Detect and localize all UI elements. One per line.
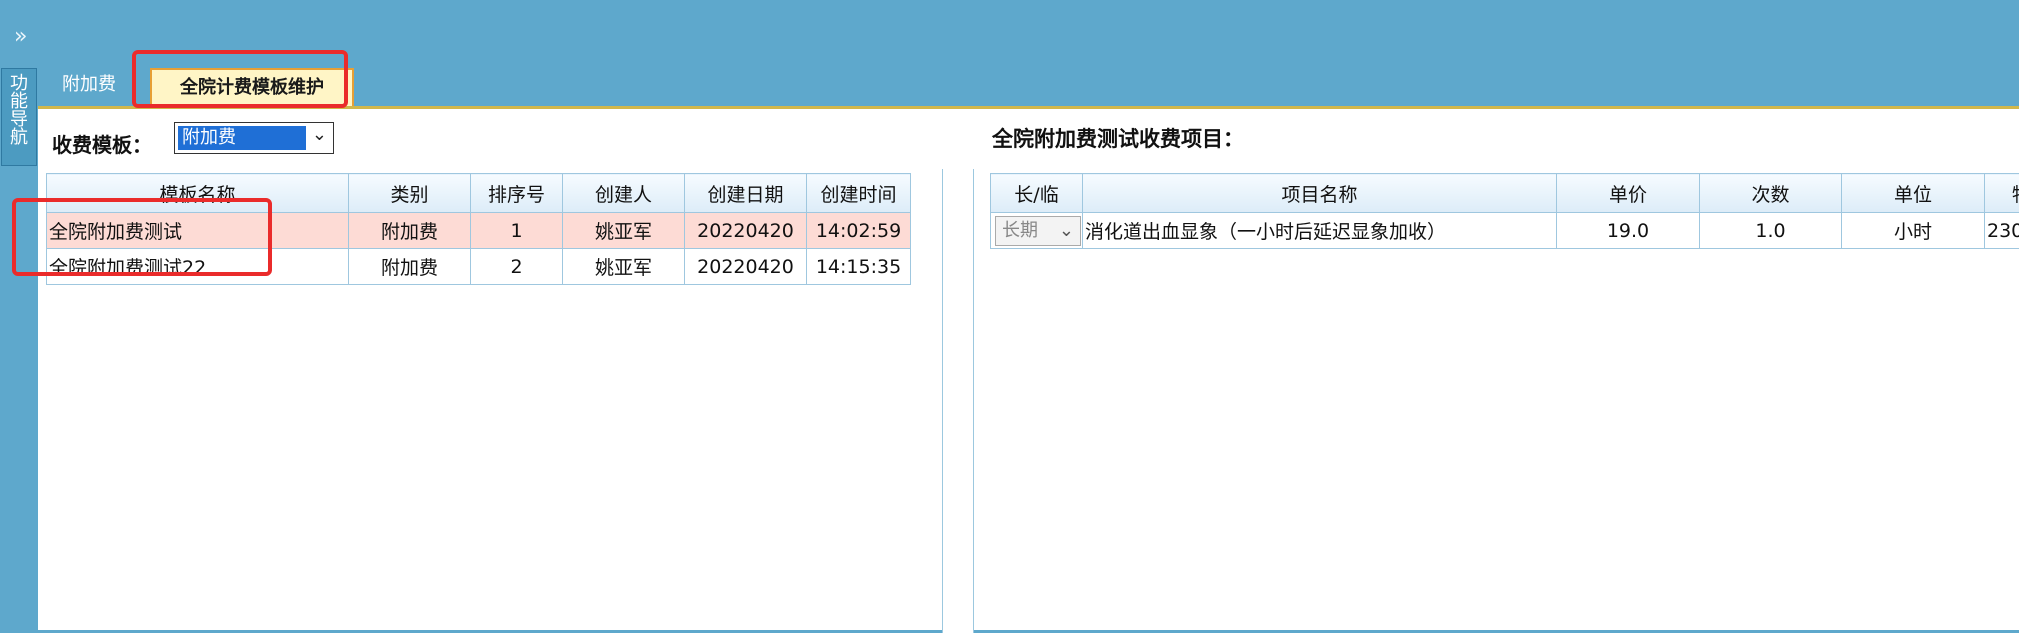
period-select-value: 长期 bbox=[1002, 220, 1038, 241]
column-header[interactable]: 次数 bbox=[1700, 174, 1842, 213]
tab-surcharge[interactable]: 附加费 bbox=[62, 64, 116, 104]
items-table: 长/临 项目名称 单价 次数 单位 物价编码 长期 ⌄ 消化道出血显象（一小时后… bbox=[990, 173, 2019, 249]
item-price: 19.0 bbox=[1557, 213, 1700, 249]
template-date: 20220420 bbox=[685, 249, 807, 285]
period-select[interactable]: 长期 ⌄ bbox=[995, 216, 1081, 246]
column-header[interactable]: 物价编码 bbox=[1985, 174, 2019, 213]
column-header[interactable]: 单位 bbox=[1842, 174, 1985, 213]
expand-icon[interactable]: » bbox=[14, 26, 27, 48]
items-table-header: 长/临 项目名称 单价 次数 单位 物价编码 bbox=[991, 174, 2019, 213]
row-highlight bbox=[12, 198, 272, 276]
template-order: 1 bbox=[471, 213, 563, 249]
template-order: 2 bbox=[471, 249, 563, 285]
template-filter-label: 收费模板： bbox=[52, 129, 152, 158]
tab-highlight bbox=[132, 50, 348, 108]
template-date: 20220420 bbox=[685, 213, 807, 249]
period-select-cell: 长期 ⌄ bbox=[991, 213, 1083, 249]
column-header[interactable]: 创建时间 bbox=[807, 174, 911, 213]
column-header[interactable]: 单价 bbox=[1557, 174, 1700, 213]
table-row[interactable]: 长期 ⌄ 消化道出血显象（一小时后延迟显象加收） 19.0 1.0 小时 230… bbox=[991, 213, 2019, 249]
left-rail: » 功能导航 bbox=[0, 0, 38, 630]
template-category: 附加费 bbox=[349, 213, 471, 249]
template-category: 附加费 bbox=[349, 249, 471, 285]
column-header[interactable]: 长/临 bbox=[991, 174, 1083, 213]
template-time: 14:02:59 bbox=[807, 213, 911, 249]
item-count: 1.0 bbox=[1700, 213, 1842, 249]
template-creator: 姚亚军 bbox=[563, 213, 685, 249]
item-name: 消化道出血显象（一小时后延迟显象加收） bbox=[1083, 213, 1557, 249]
chevron-down-icon: ⌄ bbox=[1059, 217, 1074, 245]
chevron-down-icon: ⌄ bbox=[312, 124, 327, 145]
template-select[interactable]: 附加费 ⌄ bbox=[174, 122, 334, 154]
items-panel: 全院附加费测试收费项目： 长/临 项目名称 单价 次数 单位 物价编码 长期 ⌄… bbox=[974, 109, 2019, 633]
template-select-value: 附加费 bbox=[178, 126, 306, 150]
template-creator: 姚亚军 bbox=[563, 249, 685, 285]
panel-divider[interactable] bbox=[942, 169, 974, 633]
column-header[interactable]: 项目名称 bbox=[1083, 174, 1557, 213]
function-navigation-button[interactable]: 功能导航 bbox=[1, 68, 37, 166]
item-price-code: 230200 bbox=[1985, 213, 2019, 249]
item-unit: 小时 bbox=[1842, 213, 1985, 249]
template-time: 14:15:35 bbox=[807, 249, 911, 285]
content-area: 收费模板： 附加费 ⌄ 模板名称 类别 排序号 创建人 创建日期 创建时间 全院… bbox=[38, 106, 2019, 630]
column-header[interactable]: 排序号 bbox=[471, 174, 563, 213]
column-header[interactable]: 创建人 bbox=[563, 174, 685, 213]
items-title: 全院附加费测试收费项目： bbox=[992, 123, 1244, 153]
template-panel: 收费模板： 附加费 ⌄ 模板名称 类别 排序号 创建人 创建日期 创建时间 全院… bbox=[38, 109, 942, 633]
column-header[interactable]: 创建日期 bbox=[685, 174, 807, 213]
column-header[interactable]: 类别 bbox=[349, 174, 471, 213]
